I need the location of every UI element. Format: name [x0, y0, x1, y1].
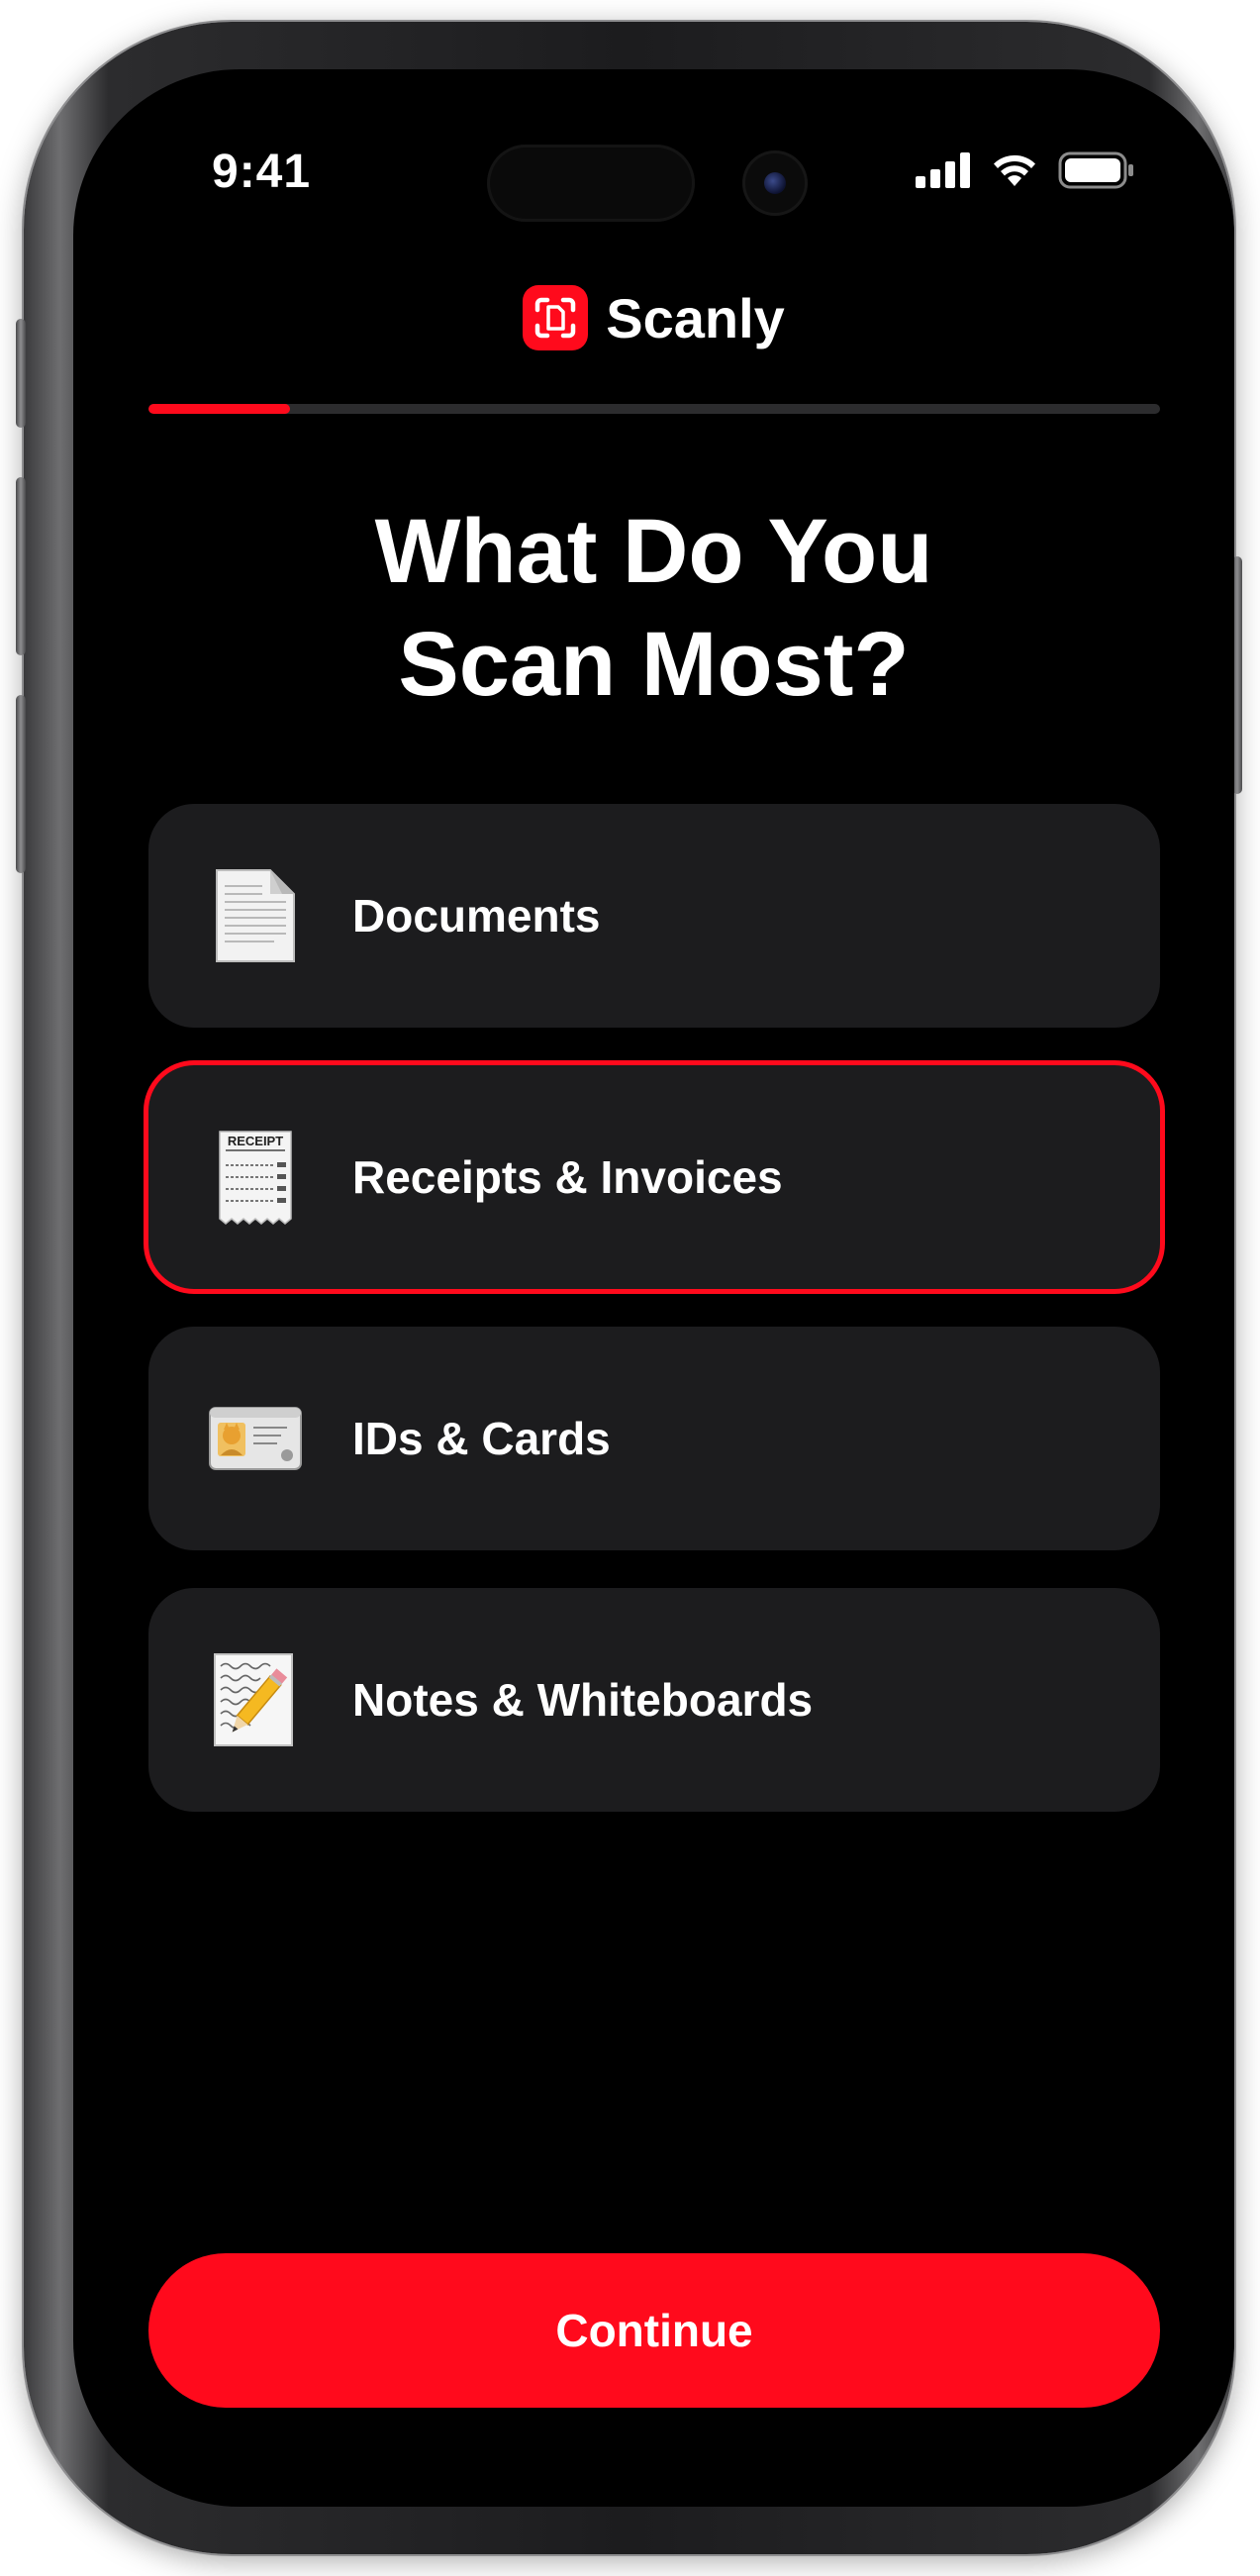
app-name: Scanly	[606, 286, 785, 349]
receipt-icon: RECEIPT	[208, 1128, 303, 1227]
screen: 9:41 Scanly What Do You Scan Most? Docum…	[73, 69, 1234, 2507]
cellular-signal-icon	[916, 152, 970, 188]
option-label: Notes & Whiteboards	[352, 1674, 814, 1726]
volume-up-button	[16, 477, 26, 655]
onboarding-progress-bar	[148, 404, 1160, 414]
receipt-icon-text: RECEIPT	[228, 1134, 283, 1148]
continue-button[interactable]: Continue	[148, 2253, 1160, 2408]
app-brand: Scanly	[73, 285, 1234, 350]
option-notes-whiteboards[interactable]: Notes & Whiteboards	[148, 1588, 1160, 1812]
option-label: IDs & Cards	[352, 1413, 611, 1464]
volume-down-button	[16, 695, 26, 873]
battery-icon	[1058, 151, 1133, 189]
document-icon	[208, 866, 303, 965]
status-icons	[916, 149, 1135, 192]
option-label: Documents	[352, 890, 601, 941]
onboarding-progress-fill	[148, 404, 291, 414]
note-pencil-icon	[208, 1650, 303, 1749]
island-sensor	[487, 145, 695, 222]
front-camera-icon	[742, 150, 808, 216]
wifi-icon	[994, 154, 1035, 186]
option-receipts-invoices[interactable]: RECEIPT Receipts & Invoices	[148, 1065, 1160, 1289]
page-title-line-2: Scan Most?	[398, 614, 910, 715]
page-title-line-1: What Do You	[374, 501, 933, 602]
id-card-icon	[208, 1389, 303, 1488]
scan-frame-icon	[523, 285, 589, 350]
action-button	[16, 319, 26, 428]
scan-type-options: Documents RECEIPT Receipts & Invoices ID…	[148, 804, 1160, 1849]
dynamic-island	[469, 131, 837, 236]
page-title: What Do You Scan Most?	[73, 495, 1234, 721]
option-ids-cards[interactable]: IDs & Cards	[148, 1327, 1160, 1550]
option-documents[interactable]: Documents	[148, 804, 1160, 1028]
status-time: 9:41	[212, 146, 312, 198]
phone-frame: 9:41 Scanly What Do You Scan Most? Docum…	[16, 22, 1242, 2554]
option-label: Receipts & Invoices	[352, 1151, 783, 1203]
